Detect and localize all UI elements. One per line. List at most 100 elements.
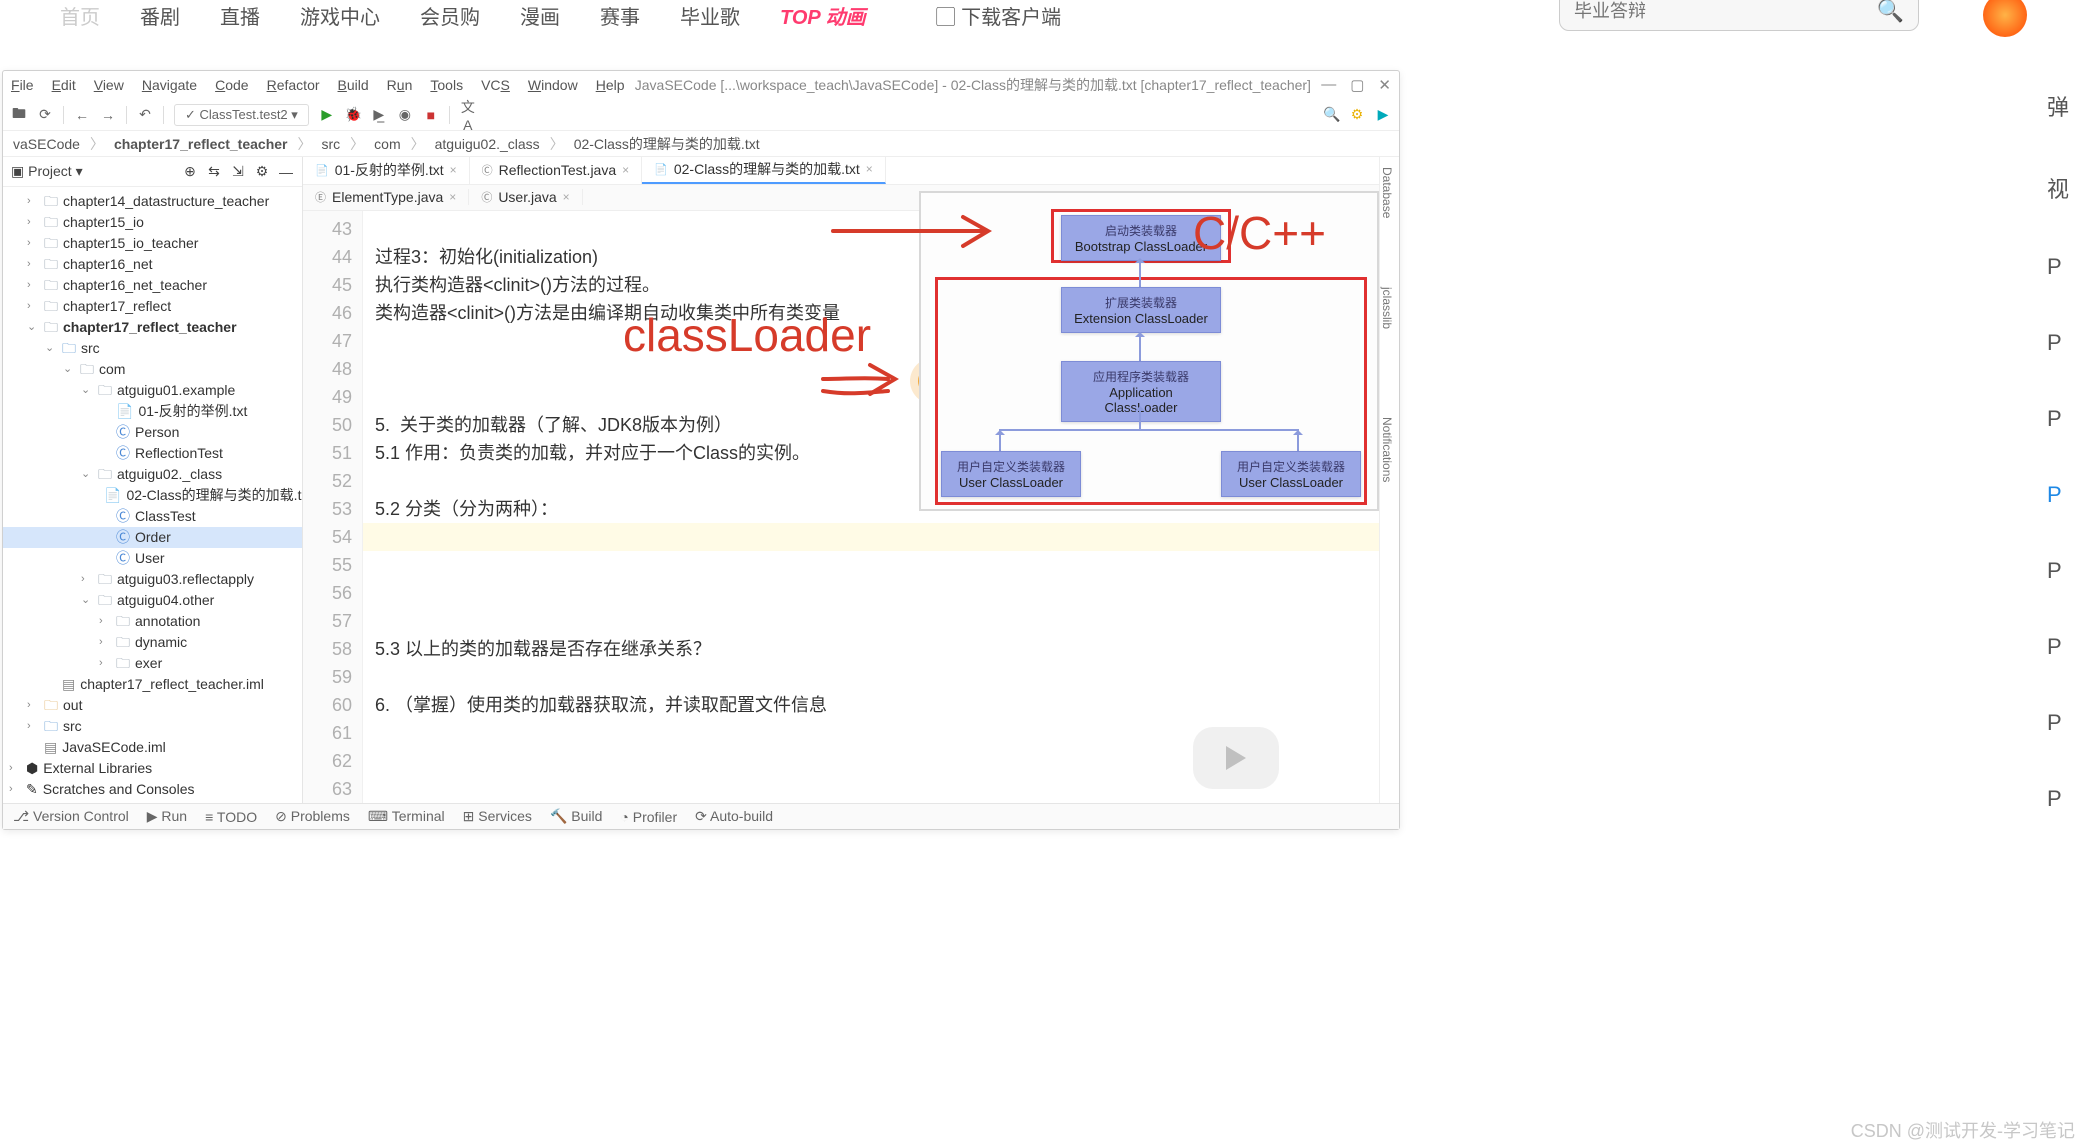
tree-item[interactable]: ⌄🗀src bbox=[3, 338, 302, 359]
tree-item[interactable]: ⌄🗀atguigu04.other bbox=[3, 590, 302, 611]
database-tool-button[interactable]: Database bbox=[1380, 167, 1394, 218]
nav-download[interactable]: ▢ 下载客户端 bbox=[936, 1, 1062, 30]
sync-icon[interactable]: ⟳ bbox=[37, 106, 53, 123]
breadcrumb-item[interactable]: atguigu02._class bbox=[435, 136, 540, 152]
editor-tab[interactable]: ⒸUser.java× bbox=[469, 189, 582, 205]
menu-window[interactable]: Window bbox=[528, 77, 578, 93]
rail-item[interactable]: P bbox=[2047, 558, 2087, 584]
translate-icon[interactable]: 文A bbox=[460, 97, 476, 133]
tree-item[interactable]: ›✎Scratches and Consoles bbox=[3, 779, 302, 800]
close-tab-icon[interactable]: × bbox=[866, 162, 873, 176]
profile-icon[interactable]: ◉ bbox=[397, 106, 413, 123]
tree-item[interactable]: ›⬢External Libraries bbox=[3, 758, 302, 779]
tree-item[interactable]: ⒸClassTest bbox=[3, 506, 302, 527]
editor-tab[interactable]: ⒸReflectionTest.java× bbox=[470, 157, 643, 184]
status-vcs[interactable]: ⎇ Version Control bbox=[13, 808, 129, 825]
rail-item[interactable]: P bbox=[2047, 406, 2087, 432]
tree-item[interactable]: ⒸUser bbox=[3, 548, 302, 569]
tree-item[interactable]: ›🗀src bbox=[3, 716, 302, 737]
notifications-tool-button[interactable]: Notifications bbox=[1380, 417, 1394, 482]
rail-item[interactable]: P bbox=[2047, 786, 2087, 812]
toolbox-icon[interactable]: ▶ bbox=[1375, 106, 1391, 123]
breadcrumb-item[interactable]: 02-Class的理解与类的加载.txt bbox=[574, 134, 760, 154]
tree-item[interactable]: ›🗀chapter15_io_teacher bbox=[3, 233, 302, 254]
rail-item[interactable]: P bbox=[2047, 634, 2087, 660]
tree-item[interactable]: ⌄🗀atguigu01.example bbox=[3, 380, 302, 401]
rail-item[interactable]: 视 bbox=[2047, 172, 2087, 204]
tree-item[interactable]: ›🗀chapter16_net_teacher bbox=[3, 275, 302, 296]
menu-vcs[interactable]: VCS bbox=[481, 77, 510, 93]
tree-item[interactable]: ›🗀exer bbox=[3, 653, 302, 674]
debug-icon[interactable]: 🐞 bbox=[345, 106, 361, 123]
forward-icon[interactable]: → bbox=[100, 107, 116, 123]
nav-item[interactable]: 漫画 bbox=[520, 1, 560, 30]
site-search[interactable]: 🔍 bbox=[1559, 0, 1919, 31]
breadcrumb-item[interactable]: src bbox=[321, 136, 340, 152]
search-everywhere-icon[interactable]: 🔍 bbox=[1323, 106, 1339, 123]
tree-item[interactable]: ›🗀chapter17_reflect bbox=[3, 296, 302, 317]
status-run[interactable]: ▶ Run bbox=[147, 808, 187, 825]
rail-item[interactable]: P bbox=[2047, 254, 2087, 280]
run-icon[interactable]: ▶ bbox=[319, 106, 335, 123]
tree-item[interactable]: ›🗀chapter16_net bbox=[3, 254, 302, 275]
tree-item[interactable]: ▤JavaSECode.iml bbox=[3, 737, 302, 758]
search-icon[interactable]: 🔍 bbox=[1877, 0, 1904, 24]
tree-item[interactable]: ⌄🗀chapter17_reflect_teacher bbox=[3, 317, 302, 338]
nav-item[interactable]: 会员购 bbox=[420, 1, 480, 30]
nav-item[interactable]: 赛事 bbox=[600, 1, 640, 30]
minimize-icon[interactable]: — bbox=[1321, 76, 1336, 94]
close-tab-icon[interactable]: × bbox=[449, 190, 456, 204]
nav-item[interactable]: 直播 bbox=[220, 1, 260, 30]
project-tree[interactable]: ›🗀chapter14_datastructure_teacher›🗀chapt… bbox=[3, 187, 302, 803]
back-icon[interactable]: ← bbox=[74, 107, 90, 123]
editor-tab[interactable]: 📄01-反射的举例.txt× bbox=[303, 157, 470, 184]
breadcrumb-item[interactable]: chapter17_reflect_teacher bbox=[114, 136, 288, 152]
ide-gear-icon[interactable]: ⚙ bbox=[1349, 106, 1365, 123]
tree-item[interactable]: ›🗀atguigu03.reflectapply bbox=[3, 569, 302, 590]
collapse-all-icon[interactable]: ⇲ bbox=[230, 163, 246, 180]
avatar[interactable] bbox=[1983, 0, 2027, 37]
rail-item[interactable]: 弹 bbox=[2047, 90, 2087, 122]
nav-item[interactable]: 番剧 bbox=[140, 1, 180, 30]
nav-item[interactable]: 首页 bbox=[60, 1, 100, 30]
status-build[interactable]: 🔨 Build bbox=[550, 808, 602, 825]
tree-item[interactable]: ⌄🗀com bbox=[3, 359, 302, 380]
tree-item[interactable]: ⌄🗀atguigu02._class bbox=[3, 464, 302, 485]
close-tab-icon[interactable]: × bbox=[563, 190, 570, 204]
run-config-selector[interactable]: ✓ ClassTest.test2 ▾ bbox=[174, 104, 309, 126]
nav-item[interactable]: 毕业歌 bbox=[680, 1, 740, 30]
menu-edit[interactable]: Edit bbox=[52, 77, 76, 93]
jclasslib-tool-button[interactable]: jclasslib bbox=[1380, 287, 1394, 329]
tree-item[interactable]: ⒸPerson bbox=[3, 422, 302, 443]
tree-item[interactable]: ⒸOrder bbox=[3, 527, 302, 548]
menu-tools[interactable]: Tools bbox=[430, 77, 463, 93]
menu-help[interactable]: Help bbox=[596, 77, 625, 93]
close-tab-icon[interactable]: × bbox=[622, 163, 629, 177]
menu-view[interactable]: View bbox=[94, 77, 124, 93]
project-dropdown[interactable]: ▣ Project ▾ bbox=[11, 163, 83, 180]
breadcrumb-item[interactable]: com bbox=[374, 136, 400, 152]
tree-item[interactable]: ›🗀chapter14_datastructure_teacher bbox=[3, 191, 302, 212]
tree-item[interactable]: ›🗀out bbox=[3, 695, 302, 716]
editor-tab[interactable]: ⒺElementType.java× bbox=[303, 189, 469, 205]
rail-item[interactable]: P bbox=[2047, 710, 2087, 736]
select-opened-file-icon[interactable]: ⊕ bbox=[182, 163, 198, 180]
menu-code[interactable]: Code bbox=[215, 77, 248, 93]
stop-icon[interactable]: ■ bbox=[423, 107, 439, 123]
tree-item[interactable]: ›🗀chapter15_io bbox=[3, 212, 302, 233]
nav-item-promo[interactable]: TOP 动画 bbox=[780, 1, 866, 30]
status-autobuild[interactable]: ⟳ Auto-build bbox=[695, 808, 773, 825]
status-problems[interactable]: ⊘ Problems bbox=[275, 808, 350, 825]
close-icon[interactable]: ✕ bbox=[1378, 76, 1391, 94]
undo-icon[interactable]: ↶ bbox=[137, 106, 153, 123]
search-input[interactable] bbox=[1574, 1, 1877, 22]
tree-item[interactable]: ›🗀annotation bbox=[3, 611, 302, 632]
menu-build[interactable]: Build bbox=[338, 77, 369, 93]
tree-item[interactable]: ⒸReflectionTest bbox=[3, 443, 302, 464]
maximize-icon[interactable]: ▢ bbox=[1350, 76, 1364, 94]
coverage-icon[interactable]: ▶̲ bbox=[371, 106, 387, 123]
rail-item[interactable]: P bbox=[2047, 482, 2087, 508]
editor-tab[interactable]: 📄02-Class的理解与类的加载.txt× bbox=[642, 157, 886, 184]
status-services[interactable]: ⊞ Services bbox=[463, 808, 532, 825]
tree-settings-icon[interactable]: ⚙ bbox=[254, 163, 270, 180]
